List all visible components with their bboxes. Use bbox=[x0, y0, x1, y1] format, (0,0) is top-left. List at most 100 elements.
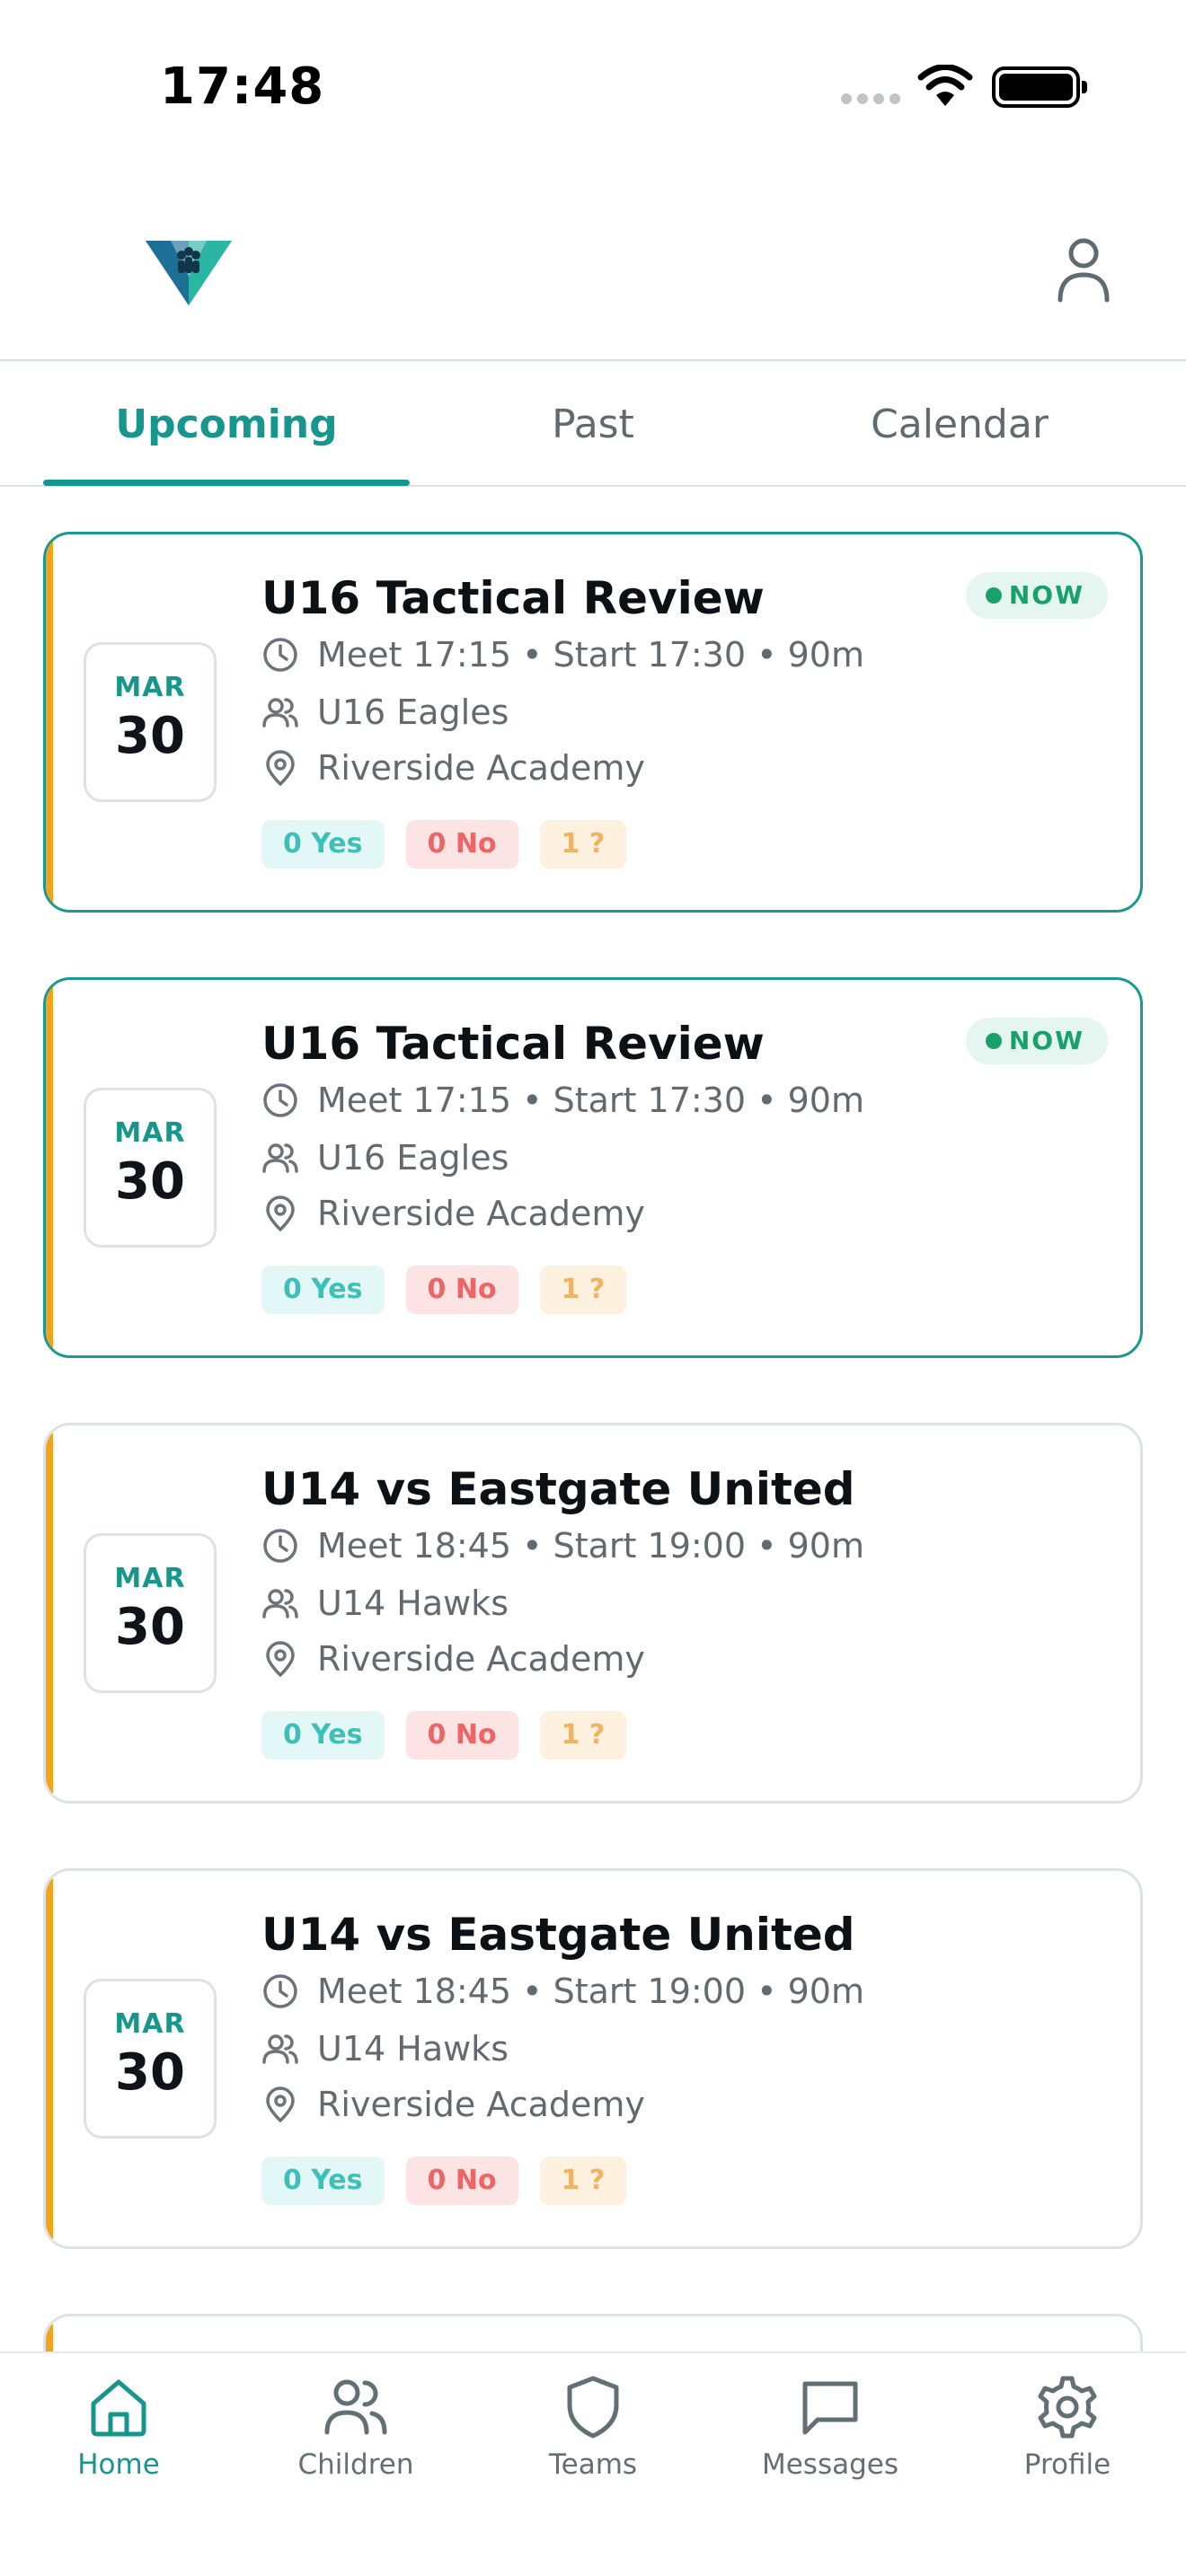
location-pin-icon bbox=[266, 2086, 295, 2122]
event-accent-bar bbox=[46, 980, 53, 1355]
rsvp-yes-count: 0 Yes bbox=[261, 1711, 385, 1760]
event-time-row: Meet 18:45 • Start 19:00 • 90m bbox=[261, 1524, 864, 1567]
event-accent-bar bbox=[46, 2316, 53, 2351]
team-icon bbox=[262, 1143, 298, 1173]
event-day: 30 bbox=[115, 707, 185, 765]
event-location: Riverside Academy bbox=[317, 1639, 645, 1679]
location-pin-icon bbox=[266, 1641, 295, 1677]
event-date: MAR 30 bbox=[84, 1088, 217, 1248]
nav-messages-label: Messages bbox=[761, 2448, 899, 2481]
event-accent-bar bbox=[46, 534, 53, 910]
event-card[interactable]: MAR 30 U16 Tactical Review NOW Meet 17:1… bbox=[43, 532, 1143, 913]
clock-icon bbox=[263, 1083, 297, 1117]
rsvp-summary: 0 Yes 0 No 1 ? bbox=[261, 1711, 648, 1760]
tab-calendar[interactable]: Calendar bbox=[776, 361, 1143, 487]
rsvp-maybe-count: 1 ? bbox=[539, 820, 627, 869]
battery-icon bbox=[992, 66, 1087, 108]
event-day: 30 bbox=[115, 1152, 185, 1211]
nav-home[interactable]: Home bbox=[0, 2373, 237, 2508]
gear-icon bbox=[1038, 2376, 1097, 2439]
event-title: U16 Tactical Review bbox=[261, 572, 765, 624]
event-title: U14 vs Eastgate United bbox=[261, 1463, 855, 1515]
children-icon bbox=[324, 2379, 387, 2435]
nav-messages[interactable]: Messages bbox=[712, 2373, 949, 2508]
event-day: 30 bbox=[115, 2043, 185, 2102]
event-accent-bar bbox=[46, 1871, 53, 2246]
nav-home-label: Home bbox=[77, 2448, 160, 2481]
nav-children-label: Children bbox=[297, 2448, 414, 2481]
now-badge-label: NOW bbox=[1008, 580, 1084, 610]
home-icon bbox=[91, 2379, 146, 2437]
now-badge: NOW bbox=[965, 1018, 1108, 1064]
rsvp-yes-count: 0 Yes bbox=[261, 820, 385, 869]
event-card[interactable]: MAR 30 U16 Tactical Review NOW Meet 17:1… bbox=[43, 977, 1143, 1358]
event-card[interactable] bbox=[43, 2314, 1143, 2351]
location-pin-icon bbox=[266, 750, 295, 786]
event-time-row: Meet 18:45 • Start 19:00 • 90m bbox=[261, 1970, 864, 2013]
event-month: MAR bbox=[114, 2008, 186, 2040]
clock-icon bbox=[263, 1529, 297, 1563]
event-date: MAR 30 bbox=[84, 1979, 217, 2139]
tab-upcoming[interactable]: Upcoming bbox=[43, 361, 410, 487]
event-team-row: U14 Hawks bbox=[261, 1582, 509, 1625]
event-day: 30 bbox=[115, 1598, 185, 1656]
event-card[interactable]: MAR 30 U14 vs Eastgate United Meet 18:45… bbox=[43, 1868, 1143, 2249]
wifi-icon bbox=[917, 65, 973, 106]
event-team: U16 Eagles bbox=[317, 693, 509, 732]
tab-past[interactable]: Past bbox=[410, 361, 776, 487]
shield-icon bbox=[567, 2376, 619, 2439]
event-accent-bar bbox=[46, 1425, 53, 1801]
event-time-row: Meet 17:15 • Start 17:30 • 90m bbox=[261, 1079, 864, 1122]
status-time: 17:48 bbox=[160, 57, 325, 116]
event-month: MAR bbox=[114, 672, 186, 703]
event-team-row: U16 Eagles bbox=[261, 691, 509, 734]
location-pin-icon bbox=[266, 1195, 295, 1231]
event-time-row: Meet 17:15 • Start 17:30 • 90m bbox=[261, 633, 864, 676]
now-badge: NOW bbox=[965, 572, 1108, 619]
event-time: Meet 18:45 • Start 19:00 • 90m bbox=[317, 1972, 864, 2011]
nav-profile[interactable]: Profile bbox=[949, 2373, 1186, 2508]
rsvp-no-count: 0 No bbox=[405, 820, 518, 869]
live-dot-icon bbox=[985, 587, 1002, 604]
cellular-signal-icon bbox=[841, 93, 900, 104]
nav-children[interactable]: Children bbox=[237, 2373, 474, 2508]
event-location-row: Riverside Academy bbox=[261, 746, 645, 790]
event-team: U14 Hawks bbox=[317, 1584, 509, 1623]
status-bar: 17:48 bbox=[0, 0, 1186, 171]
event-location-row: Riverside Academy bbox=[261, 2083, 645, 2126]
rsvp-maybe-count: 1 ? bbox=[539, 2157, 627, 2205]
event-time: Meet 17:15 • Start 17:30 • 90m bbox=[317, 635, 864, 675]
rsvp-no-count: 0 No bbox=[405, 1711, 518, 1760]
nav-profile-label: Profile bbox=[1023, 2448, 1111, 2481]
rsvp-maybe-count: 1 ? bbox=[539, 1711, 627, 1760]
live-dot-icon bbox=[985, 1033, 1002, 1049]
rsvp-summary: 0 Yes 0 No 1 ? bbox=[261, 1266, 648, 1314]
event-team: U16 Eagles bbox=[317, 1138, 509, 1178]
app-header bbox=[0, 171, 1186, 361]
rsvp-yes-count: 0 Yes bbox=[261, 2157, 385, 2205]
event-date: MAR 30 bbox=[84, 1533, 217, 1693]
event-title: U14 vs Eastgate United bbox=[261, 1909, 855, 1961]
event-location: Riverside Academy bbox=[317, 1194, 645, 1233]
nav-teams[interactable]: Teams bbox=[474, 2373, 712, 2508]
event-time: Meet 18:45 • Start 19:00 • 90m bbox=[317, 1526, 864, 1566]
rsvp-summary: 0 Yes 0 No 1 ? bbox=[261, 820, 648, 869]
rsvp-no-count: 0 No bbox=[405, 2157, 518, 2205]
event-card[interactable]: MAR 30 U14 vs Eastgate United Meet 18:45… bbox=[43, 1423, 1143, 1804]
rsvp-summary: 0 Yes 0 No 1 ? bbox=[261, 2157, 648, 2205]
event-location-row: Riverside Academy bbox=[261, 1192, 645, 1235]
event-location-row: Riverside Academy bbox=[261, 1637, 645, 1681]
event-month: MAR bbox=[114, 1563, 186, 1594]
event-team-row: U16 Eagles bbox=[261, 1136, 509, 1179]
event-month: MAR bbox=[114, 1117, 186, 1149]
rsvp-no-count: 0 No bbox=[405, 1266, 518, 1314]
event-list: MAR 30 U16 Tactical Review NOW Meet 17:1… bbox=[0, 487, 1186, 2351]
user-account-icon[interactable] bbox=[1053, 235, 1114, 304]
team-icon bbox=[262, 1589, 298, 1619]
event-team-row: U14 Hawks bbox=[261, 2027, 509, 2070]
nav-teams-label: Teams bbox=[548, 2448, 638, 2481]
team-icon bbox=[262, 698, 298, 728]
message-icon bbox=[802, 2381, 858, 2435]
event-date: MAR 30 bbox=[84, 642, 217, 802]
event-tabs: Upcoming Past Calendar bbox=[0, 361, 1186, 487]
